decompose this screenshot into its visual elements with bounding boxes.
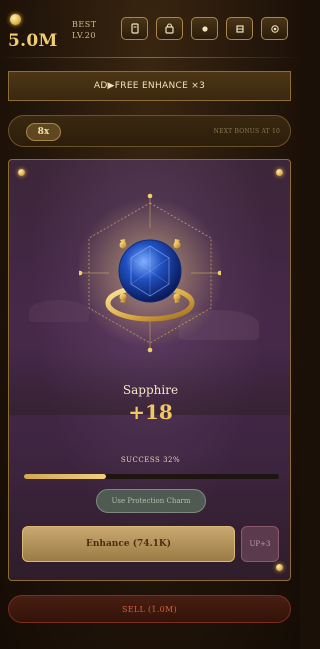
multiplier-badge: 8x xyxy=(26,123,61,141)
grid-icon xyxy=(235,24,244,33)
success-progress-fill xyxy=(24,474,106,479)
card-icon xyxy=(130,23,139,34)
protection-charm-button[interactable]: Use Protection Charm xyxy=(96,489,206,513)
gem-display[interactable] xyxy=(75,188,225,358)
toolbar-button-dot[interactable] xyxy=(191,17,218,40)
dot-icon xyxy=(201,25,208,32)
ad-free-enhance-button[interactable]: AD▶FREE ENHANCE ×3 xyxy=(8,71,291,101)
target-icon xyxy=(270,24,279,33)
up-button[interactable]: UP+3 xyxy=(241,526,279,562)
best-level-value: LV.20 xyxy=(72,31,96,40)
item-name: Sapphire xyxy=(122,383,179,397)
success-progress-bar xyxy=(24,474,279,479)
coin-icon xyxy=(10,14,21,25)
toolbar-button-grid[interactable] xyxy=(226,17,253,40)
item-level: +18 xyxy=(128,400,173,424)
sapphire-ring-icon xyxy=(75,193,225,353)
toolbar-button-lock[interactable] xyxy=(156,17,183,40)
header-divider xyxy=(0,57,300,58)
toolbar-button-card[interactable] xyxy=(121,17,148,40)
multiplier-bar: 8x NEXT BONUS AT 10 xyxy=(8,115,291,147)
success-rate-label: SUCCESS 32% xyxy=(120,456,181,464)
enhance-button[interactable]: Enhance (74.1K) xyxy=(22,526,235,562)
toolbar-button-target[interactable] xyxy=(261,17,288,40)
corner-ornament xyxy=(276,169,283,176)
best-label: BEST xyxy=(72,20,97,29)
corner-ornament xyxy=(18,169,25,176)
sell-button[interactable]: SELL (1.0M) xyxy=(8,595,291,623)
enhance-panel: Sapphire +18 SUCCESS 32% Use Protection … xyxy=(8,159,291,581)
corner-ornament xyxy=(276,564,283,571)
lock-icon xyxy=(165,23,174,34)
next-bonus-label: NEXT BONUS AT 10 xyxy=(213,128,280,135)
best-level: BEST LV.20 xyxy=(72,19,97,41)
gold-amount: 5.0M xyxy=(8,31,58,51)
